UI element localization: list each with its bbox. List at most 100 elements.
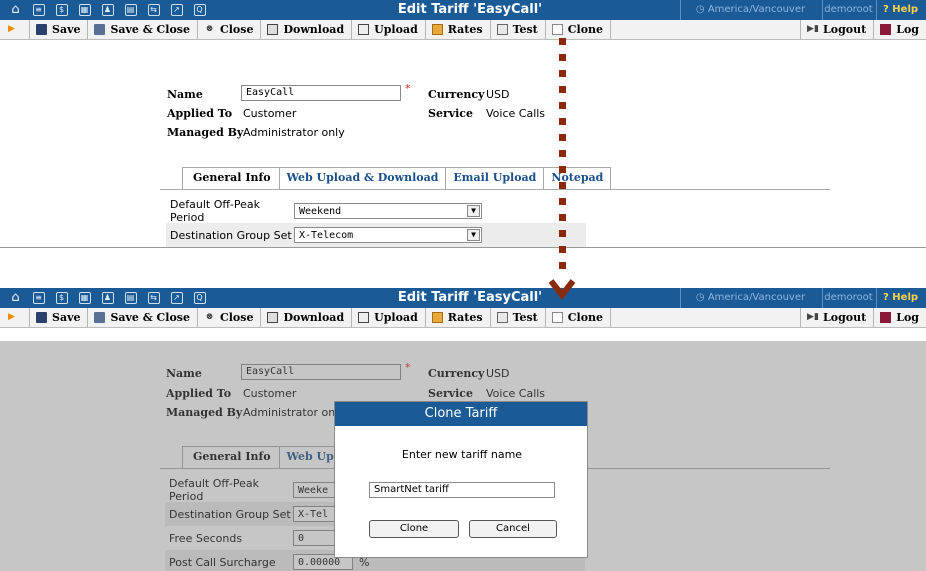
tab-general-info[interactable]: General Info bbox=[182, 167, 280, 189]
rates-label: Rates bbox=[447, 311, 483, 324]
test-button[interactable]: Test bbox=[491, 308, 546, 327]
routing-icon[interactable]: ⇆ bbox=[142, 0, 165, 20]
log-icon bbox=[880, 312, 892, 323]
save-button[interactable]: Save bbox=[30, 308, 89, 327]
dialog-prompt: Enter new tariff name bbox=[401, 448, 523, 461]
off-peak-label: Default Off-Peak Period bbox=[170, 198, 261, 224]
test-icon bbox=[496, 312, 508, 323]
help-icon: ? bbox=[883, 292, 889, 303]
clock-icon: ◷ bbox=[695, 4, 705, 15]
help-label: Help bbox=[892, 292, 919, 303]
save-button[interactable]: Save bbox=[30, 20, 89, 39]
timezone-label: America/Vancouver bbox=[707, 4, 806, 15]
name-label: Name bbox=[167, 88, 203, 101]
help-label: Help bbox=[892, 4, 919, 15]
dest-group-row: Destination Group Set X-Telecom ▼ bbox=[166, 223, 586, 247]
close-button[interactable]: ⊗ Close bbox=[198, 20, 262, 39]
chart-icon[interactable]: ↗ bbox=[165, 288, 188, 308]
toolbar-menu-button[interactable]: ▶ bbox=[0, 20, 30, 39]
home-icon[interactable]: ⌂ bbox=[4, 288, 27, 308]
log-button[interactable]: Log bbox=[874, 308, 926, 327]
dollar-icon[interactable]: $ bbox=[50, 0, 73, 20]
help-link[interactable]: ? Help bbox=[876, 0, 926, 20]
list-icon[interactable]: ≡ bbox=[27, 288, 50, 308]
new-tariff-name-input[interactable]: SmartNet tariff bbox=[369, 482, 555, 498]
rates-button[interactable]: Rates bbox=[426, 308, 491, 327]
upload-label: Upload bbox=[374, 311, 418, 324]
close-label: Close bbox=[219, 23, 254, 36]
user-icon[interactable]: ♟ bbox=[96, 288, 119, 308]
upload-label: Upload bbox=[374, 23, 418, 36]
dialog-clone-button[interactable]: Clone bbox=[369, 520, 459, 538]
off-peak-value: Weekend bbox=[299, 205, 342, 217]
upload-button[interactable]: Upload bbox=[352, 308, 426, 327]
tab-web-upload-download[interactable]: Web Upload & Download bbox=[278, 167, 447, 189]
list-icon[interactable]: ≡ bbox=[27, 0, 50, 20]
logout-label: Logout bbox=[823, 311, 867, 324]
home-icon[interactable]: ⌂ bbox=[4, 0, 27, 20]
chevron-down-icon: ▼ bbox=[467, 205, 480, 217]
rates-button[interactable]: Rates bbox=[426, 20, 491, 39]
play-icon: ▶ bbox=[8, 24, 15, 34]
title-bar: ⌂ ≡ $ ▦ ♟ ▤ ⇆ ↗ Q Edit Tariff 'EasyCall'… bbox=[0, 0, 926, 20]
timezone-link[interactable]: ◷ America/Vancouver bbox=[680, 288, 820, 308]
clone-button[interactable]: Clone bbox=[546, 20, 612, 39]
test-label: Test bbox=[512, 23, 538, 36]
close-icon: ⊗ bbox=[205, 312, 214, 322]
dialog-cancel-button[interactable]: Cancel bbox=[469, 520, 557, 538]
download-label: Download bbox=[283, 311, 345, 324]
routing-icon[interactable]: ⇆ bbox=[142, 288, 165, 308]
close-button[interactable]: ⊗ Close bbox=[198, 308, 262, 327]
save-close-button[interactable]: Save & Close bbox=[88, 20, 198, 39]
timezone-link[interactable]: ◷ America/Vancouver bbox=[680, 0, 820, 20]
off-peak-row: Default Off-Peak Period Weekend ▼ bbox=[166, 198, 586, 224]
chevron-down-icon: ▼ bbox=[467, 229, 480, 241]
required-marker: * bbox=[405, 82, 411, 95]
logout-button[interactable]: ▶▮ Logout bbox=[801, 20, 875, 39]
test-button[interactable]: Test bbox=[491, 20, 546, 39]
help-link[interactable]: ? Help bbox=[876, 288, 926, 308]
download-button[interactable]: Download bbox=[261, 308, 353, 327]
download-icon bbox=[267, 312, 279, 323]
clone-icon bbox=[551, 312, 563, 323]
grid-icon[interactable]: ▦ bbox=[73, 288, 96, 308]
log-button[interactable]: Log bbox=[874, 20, 926, 39]
edit-tariff-window-after: ⌂ ≡ $ ▦ ♟ ▤ ⇆ ↗ Q Edit Tariff 'EasyCall'… bbox=[0, 288, 926, 571]
clone-tariff-dialog: Clone Tariff Enter new tariff name Smart… bbox=[334, 401, 588, 558]
logout-icon: ▶▮ bbox=[807, 312, 819, 322]
tab-notepad[interactable]: Notepad bbox=[543, 167, 612, 189]
tariff-icon[interactable]: ▤ bbox=[119, 288, 142, 308]
clone-label: Clone bbox=[567, 23, 604, 36]
dest-group-value: X-Telecom bbox=[299, 229, 354, 241]
test-label: Test bbox=[512, 311, 538, 324]
logout-button[interactable]: ▶▮ Logout bbox=[801, 308, 875, 327]
test-icon bbox=[496, 24, 508, 35]
play-icon: ▶ bbox=[8, 312, 15, 322]
toolbar-menu-button[interactable]: ▶ bbox=[0, 308, 30, 327]
chart-icon[interactable]: ↗ bbox=[165, 0, 188, 20]
dest-group-select[interactable]: X-Telecom ▼ bbox=[294, 227, 482, 243]
dollar-icon[interactable]: $ bbox=[50, 288, 73, 308]
floppy-icon bbox=[36, 24, 47, 35]
name-input[interactable]: EasyCall bbox=[241, 85, 401, 101]
tab-bar: General Info Web Upload & Download Email… bbox=[182, 167, 612, 189]
toolbar: ▶ Save Save & Close ⊗ Close Download Uplo… bbox=[0, 20, 926, 40]
user-icon[interactable]: ♟ bbox=[96, 0, 119, 20]
download-button[interactable]: Download bbox=[261, 20, 353, 39]
user-link[interactable]: demoroot bbox=[822, 0, 874, 20]
timezone-label: America/Vancouver bbox=[707, 292, 806, 303]
download-label: Download bbox=[283, 23, 345, 36]
toolbar-spacer bbox=[611, 20, 802, 39]
tariff-icon[interactable]: ▤ bbox=[119, 0, 142, 20]
clone-button[interactable]: Clone bbox=[546, 308, 612, 327]
search-icon[interactable]: Q bbox=[188, 0, 211, 20]
tab-email-upload[interactable]: Email Upload bbox=[445, 167, 545, 189]
off-peak-select[interactable]: Weekend ▼ bbox=[294, 203, 482, 219]
upload-button[interactable]: Upload bbox=[352, 20, 426, 39]
search-icon[interactable]: Q bbox=[188, 288, 211, 308]
save-close-button[interactable]: Save & Close bbox=[88, 308, 198, 327]
rates-icon bbox=[431, 24, 443, 35]
grid-icon[interactable]: ▦ bbox=[73, 0, 96, 20]
user-link[interactable]: demoroot bbox=[822, 288, 874, 308]
floppy-close-icon bbox=[94, 312, 106, 323]
